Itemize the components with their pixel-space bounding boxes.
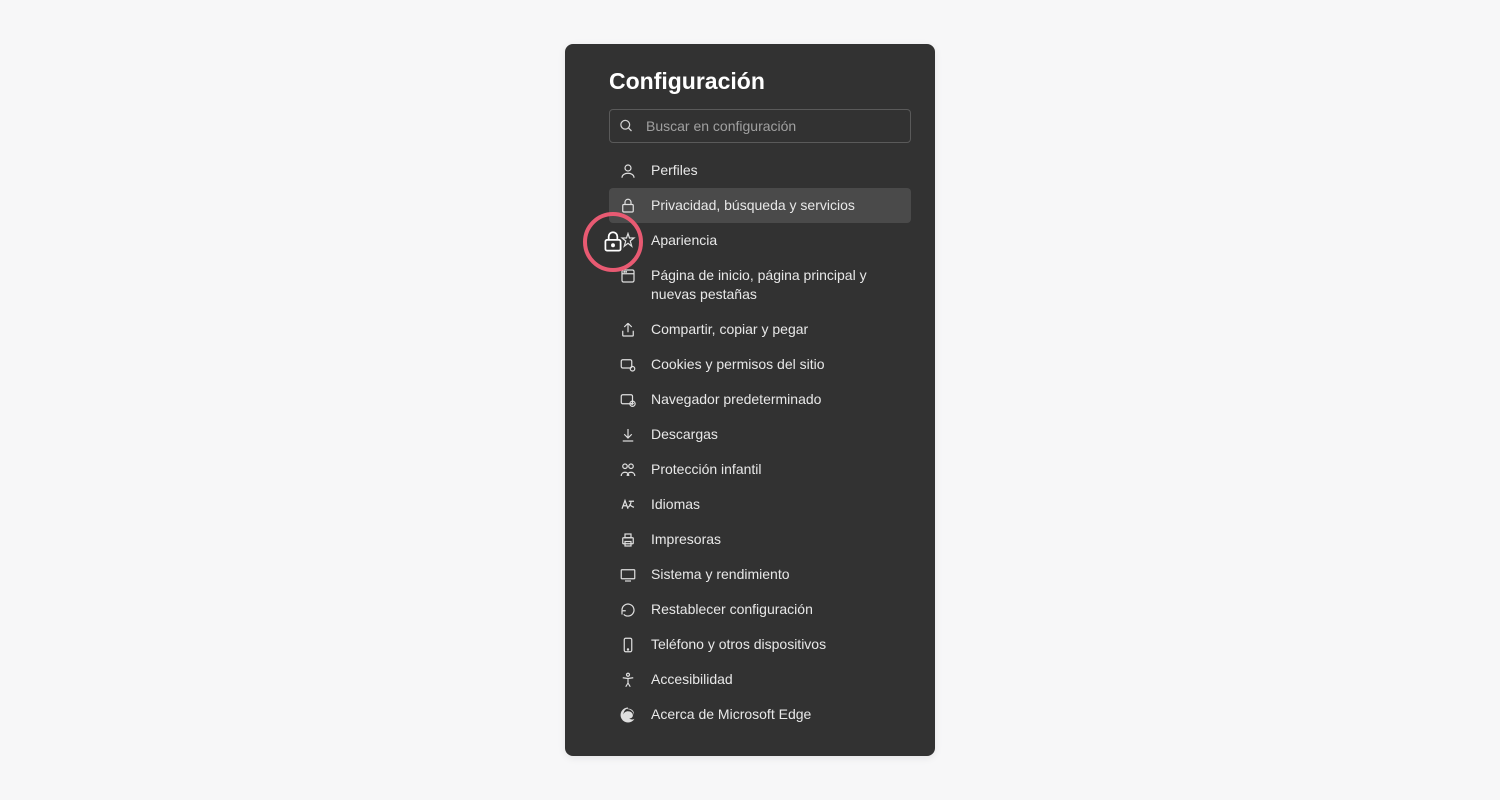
profile-icon (619, 162, 637, 180)
menu-label: Navegador predeterminado (651, 390, 901, 409)
edge-icon (619, 706, 637, 724)
menu-item-phone[interactable]: Teléfono y otros dispositivos (609, 627, 911, 662)
languages-icon (619, 496, 637, 514)
share-icon (619, 321, 637, 339)
menu-label: Restablecer configuración (651, 600, 901, 619)
menu-item-privacy[interactable]: Privacidad, búsqueda y servicios (609, 188, 911, 223)
settings-menu: Perfiles Privacidad, búsqueda y servicio… (565, 153, 935, 732)
search-icon (619, 119, 634, 134)
download-icon (619, 426, 637, 444)
cookies-icon (619, 356, 637, 374)
phone-icon (619, 636, 637, 654)
menu-item-reset[interactable]: Restablecer configuración (609, 592, 911, 627)
menu-item-about-edge[interactable]: Acerca de Microsoft Edge (609, 697, 911, 732)
menu-item-default-browser[interactable]: Navegador predeterminado (609, 382, 911, 417)
menu-item-family[interactable]: Protección infantil (609, 452, 911, 487)
menu-item-appearance[interactable]: Apariencia (609, 223, 911, 258)
settings-panel: Configuración Perfiles (565, 44, 935, 756)
home-page-icon (619, 267, 637, 285)
printer-icon (619, 531, 637, 549)
search-input[interactable] (609, 109, 911, 143)
menu-label: Protección infantil (651, 460, 901, 479)
panel-title: Configuración (565, 68, 935, 109)
system-icon (619, 566, 637, 584)
menu-label: Privacidad, búsqueda y servicios (651, 196, 901, 215)
menu-label: Acerca de Microsoft Edge (651, 705, 901, 724)
menu-label: Cookies y permisos del sitio (651, 355, 901, 374)
menu-item-printers[interactable]: Impresoras (609, 522, 911, 557)
appearance-icon (619, 232, 637, 250)
menu-label: Compartir, copiar y pegar (651, 320, 901, 339)
menu-label: Página de inicio, página principal y nue… (651, 266, 901, 304)
menu-item-system[interactable]: Sistema y rendimiento (609, 557, 911, 592)
menu-label: Teléfono y otros dispositivos (651, 635, 901, 654)
menu-label: Impresoras (651, 530, 901, 549)
accessibility-icon (619, 671, 637, 689)
menu-item-downloads[interactable]: Descargas (609, 417, 911, 452)
menu-label: Descargas (651, 425, 901, 444)
reset-icon (619, 601, 637, 619)
menu-item-accessibility[interactable]: Accesibilidad (609, 662, 911, 697)
menu-item-languages[interactable]: Idiomas (609, 487, 911, 522)
menu-label: Sistema y rendimiento (651, 565, 901, 584)
family-icon (619, 461, 637, 479)
menu-item-share[interactable]: Compartir, copiar y pegar (609, 312, 911, 347)
search-wrapper (609, 109, 911, 143)
default-browser-icon (619, 391, 637, 409)
menu-label: Apariencia (651, 231, 901, 250)
menu-item-profiles[interactable]: Perfiles (609, 153, 911, 188)
menu-item-home-page[interactable]: Página de inicio, página principal y nue… (609, 258, 911, 312)
menu-label: Accesibilidad (651, 670, 901, 689)
menu-item-cookies[interactable]: Cookies y permisos del sitio (609, 347, 911, 382)
menu-label: Idiomas (651, 495, 901, 514)
menu-label: Perfiles (651, 161, 901, 180)
lock-icon (619, 197, 637, 215)
